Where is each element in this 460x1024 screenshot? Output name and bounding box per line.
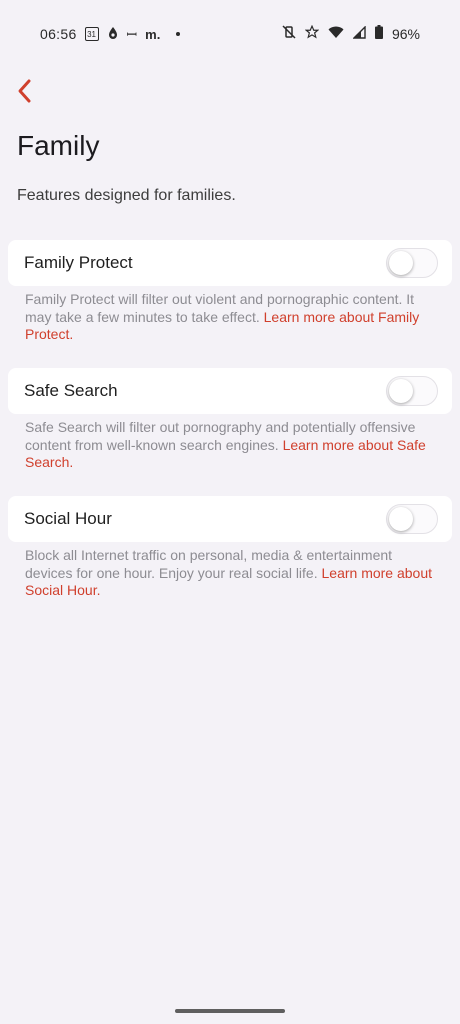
social-hour-row[interactable]: Social Hour [8,496,452,542]
chevron-left-icon [18,79,31,103]
family-protect-label: Family Protect [24,253,133,272]
status-right: 96% [282,24,420,42]
toggle-knob [389,379,413,403]
family-protect-row[interactable]: Family Protect [8,240,452,286]
wifi-icon [328,26,344,42]
toggle-knob [389,251,413,275]
more-notifications-dot-icon [176,32,181,36]
home-indicator[interactable] [175,1009,285,1013]
social-hour-toggle[interactable] [386,504,438,534]
calendar-icon: 31 [84,27,99,41]
app-notification-text: m. [145,26,161,42]
back-button[interactable] [8,74,40,108]
status-time: 06:56 [40,26,77,42]
status-bar: 06:56 31 ꟷ m. 96% [0,0,460,68]
status-left: 06:56 31 ꟷ m. [40,25,181,43]
social-hour-label: Social Hour [24,509,112,528]
social-hour-description: Block all Internet traffic on personal, … [25,547,440,600]
battery-percent: 96% [391,25,420,42]
app-notification-icon: ꟷ [126,27,138,42]
page-subtitle: Features designed for families. [17,187,236,204]
family-protect-description: Family Protect will filter out violent a… [25,291,440,344]
safe-search-label: Safe Search [24,381,118,400]
safe-search-description: Safe Search will filter out pornography … [25,419,440,472]
safe-search-row[interactable]: Safe Search [8,368,452,414]
star-icon [304,24,320,42]
family-protect-toggle[interactable] [386,248,438,278]
vibrate-off-icon [282,25,296,42]
location-drop-icon [107,26,119,43]
toggle-knob [389,507,413,531]
cellular-signal-icon [352,24,366,42]
battery-icon [374,25,383,42]
page-title: Family [17,130,100,161]
safe-search-toggle[interactable] [386,376,438,406]
